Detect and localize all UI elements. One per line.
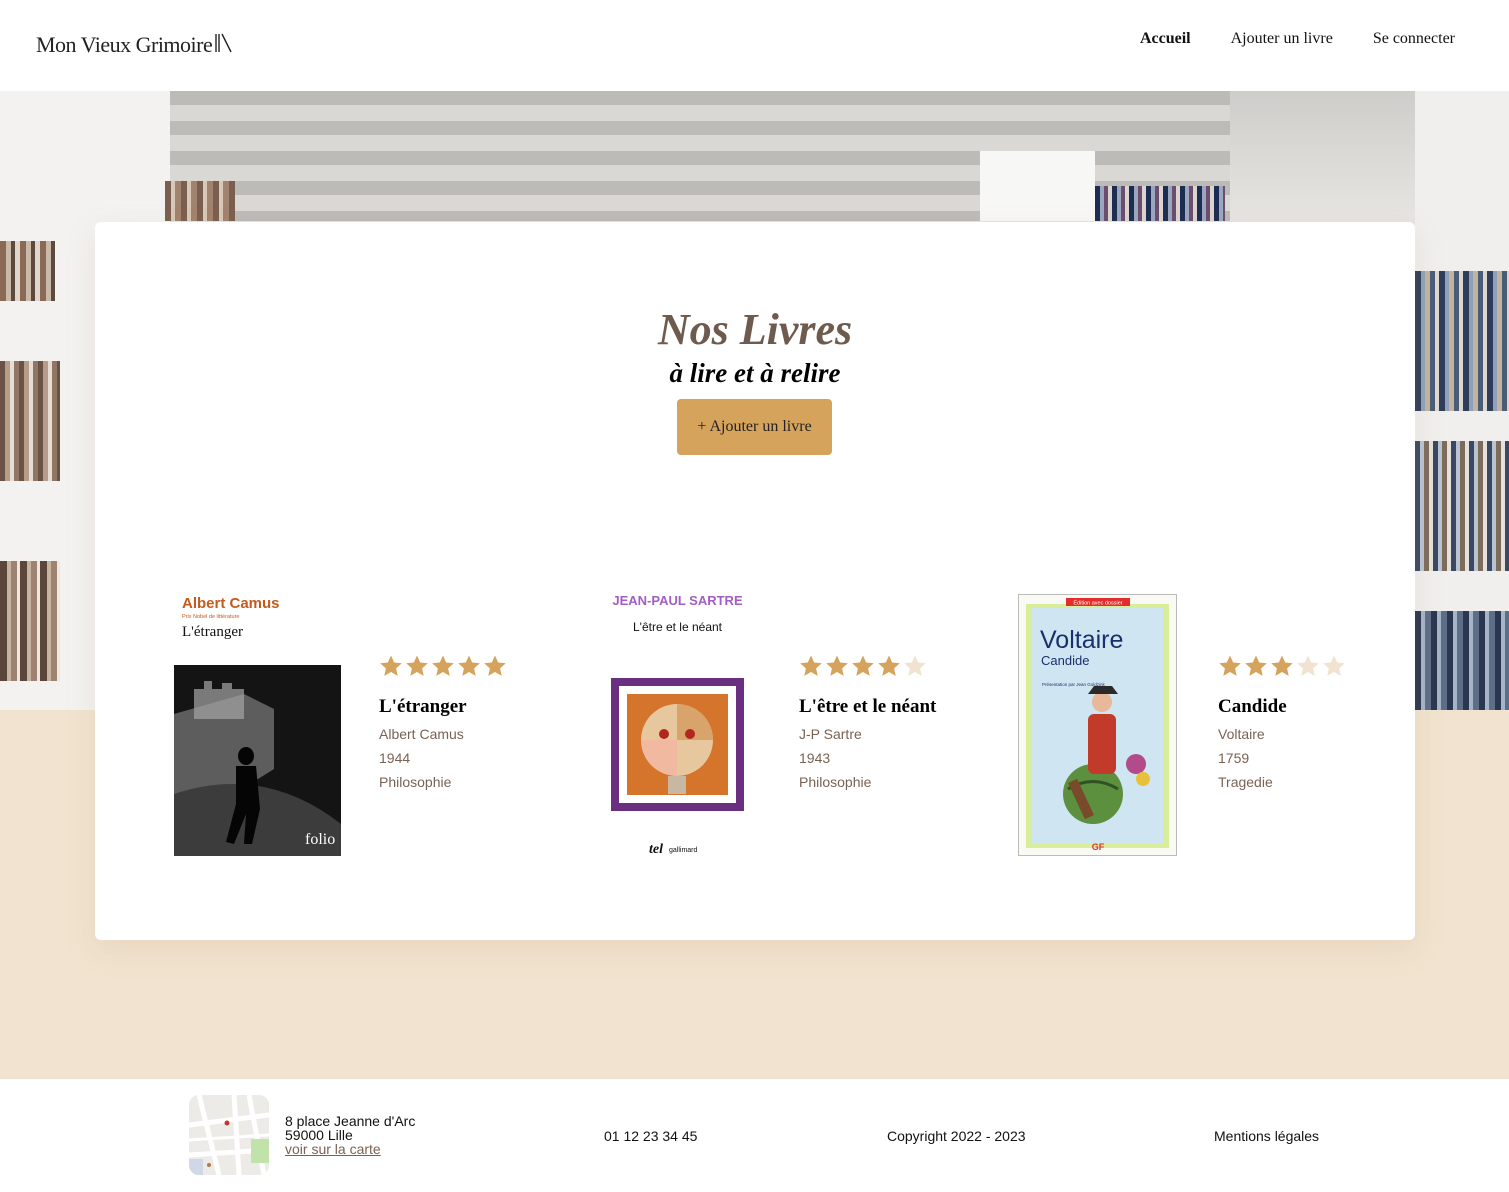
book-genre: Tragedie xyxy=(1218,774,1273,790)
book-card-candide[interactable]: Édition avec dossier Voltaire Candide Pr… xyxy=(1018,594,1398,856)
book-cover[interactable]: Albert Camus Prix Nobel de littérature L… xyxy=(174,594,341,856)
cover-title: L'étranger xyxy=(182,624,243,640)
star-filled-icon xyxy=(852,655,874,676)
book-info: L'être et le néant J-P Sartre 1943 Philo… xyxy=(799,654,936,790)
cover-prize: Prix Nobel de littérature xyxy=(182,614,239,620)
add-book-button[interactable]: + Ajouter un livre xyxy=(677,399,832,455)
page-title: Nos Livres xyxy=(657,305,853,354)
book-spines xyxy=(1095,186,1225,221)
center-bookshelf xyxy=(980,151,1095,221)
cover-publisher: folio xyxy=(305,831,335,848)
book-cover[interactable]: Édition avec dossier Voltaire Candide Pr… xyxy=(1018,594,1177,856)
cover-author: Albert Camus xyxy=(182,595,280,612)
site-footer: 8 place Jeanne d'Arc 59000 Lille voir su… xyxy=(0,1079,1509,1192)
map-link[interactable]: voir sur la carte xyxy=(285,1141,381,1157)
legal-notice-link[interactable]: Mentions légales xyxy=(1214,1128,1319,1144)
book-card-letranger[interactable]: Albert Camus Prix Nobel de littérature L… xyxy=(174,594,554,856)
books-card: Nos Livres à lire et à relire + Ajouter … xyxy=(95,222,1415,940)
rating-stars xyxy=(1218,654,1346,678)
book-spines xyxy=(1415,611,1509,710)
star-filled-icon xyxy=(1245,655,1267,676)
nav-add-book[interactable]: Ajouter un livre xyxy=(1231,30,1333,48)
book-info: L'étranger Albert Camus 1944 Philosophie xyxy=(379,654,507,790)
star-filled-icon xyxy=(380,655,402,676)
nav-login[interactable]: Se connecter xyxy=(1373,30,1455,48)
cover-author: Voltaire xyxy=(1040,626,1123,654)
book-spines xyxy=(1415,271,1509,411)
page-subtitle: à lire et à relire xyxy=(669,358,841,388)
address-line-2: 59000 Lille xyxy=(285,1127,353,1143)
address-line-1: 8 place Jeanne d'Arc xyxy=(285,1113,416,1129)
book-spines xyxy=(0,241,55,301)
book-author: Voltaire xyxy=(1218,726,1265,742)
nav-home[interactable]: Accueil xyxy=(1140,30,1191,48)
book-title[interactable]: L'étranger xyxy=(379,696,507,718)
rating-stars xyxy=(799,654,936,678)
star-filled-icon xyxy=(1271,655,1293,676)
cover-publisher: GF xyxy=(1092,842,1105,852)
logo[interactable]: Mon Vieux Grimoire xyxy=(36,32,233,58)
logo-text: Mon Vieux Grimoire xyxy=(36,32,213,57)
star-filled-icon xyxy=(432,655,454,676)
footer-phone: 01 12 23 34 45 xyxy=(604,1128,698,1144)
cover-title: Candide xyxy=(1041,653,1089,668)
book-title[interactable]: Candide xyxy=(1218,696,1346,718)
star-empty-icon xyxy=(1323,655,1345,676)
book-cover[interactable]: JEAN-PAUL SARTRE L'être et le néant tel … xyxy=(594,593,761,857)
book-year: 1759 xyxy=(1218,750,1250,766)
footer-copyright: Copyright 2022 - 2023 xyxy=(887,1128,1026,1144)
book-author: J-P Sartre xyxy=(799,726,862,742)
site-header: Mon Vieux Grimoire Accueil Ajouter un li… xyxy=(0,0,1509,91)
book-spines xyxy=(0,361,60,481)
map-thumbnail[interactable] xyxy=(189,1095,269,1175)
star-empty-icon xyxy=(904,655,926,676)
book-spines xyxy=(165,181,235,221)
cover-author: JEAN-PAUL SARTRE xyxy=(612,594,743,608)
book-genre: Philosophie xyxy=(799,774,872,790)
book-genre: Philosophie xyxy=(379,774,452,790)
footer-address: 8 place Jeanne d'Arc 59000 Lille voir su… xyxy=(285,1114,415,1156)
rating-stars xyxy=(379,654,507,678)
star-empty-icon xyxy=(1297,655,1319,676)
book-spines xyxy=(0,561,60,681)
star-filled-icon xyxy=(1219,655,1241,676)
star-filled-icon xyxy=(800,655,822,676)
book-info: Candide Voltaire 1759 Tragedie xyxy=(1218,654,1346,790)
book-year: 1943 xyxy=(799,750,831,766)
cover-title: L'être et le néant xyxy=(633,620,723,634)
book-title[interactable]: L'être et le néant xyxy=(799,696,936,718)
book-year: 1944 xyxy=(379,750,411,766)
book-author: Albert Camus xyxy=(379,726,464,742)
star-filled-icon xyxy=(826,655,848,676)
star-filled-icon xyxy=(878,655,900,676)
star-filled-icon xyxy=(458,655,480,676)
star-filled-icon xyxy=(406,655,428,676)
cover-publisher-tel: tel xyxy=(649,842,663,856)
book-spines xyxy=(1415,441,1509,571)
main-nav: Accueil Ajouter un livre Se connecter xyxy=(1140,30,1455,48)
star-filled-icon xyxy=(484,655,506,676)
cover-publisher: gallimard xyxy=(669,847,698,854)
books-logo-icon xyxy=(215,33,233,58)
cover-banner: Édition avec dossier xyxy=(1073,600,1122,607)
book-card-letre-et-le-neant[interactable]: JEAN-PAUL SARTRE L'être et le néant tel … xyxy=(594,593,974,857)
